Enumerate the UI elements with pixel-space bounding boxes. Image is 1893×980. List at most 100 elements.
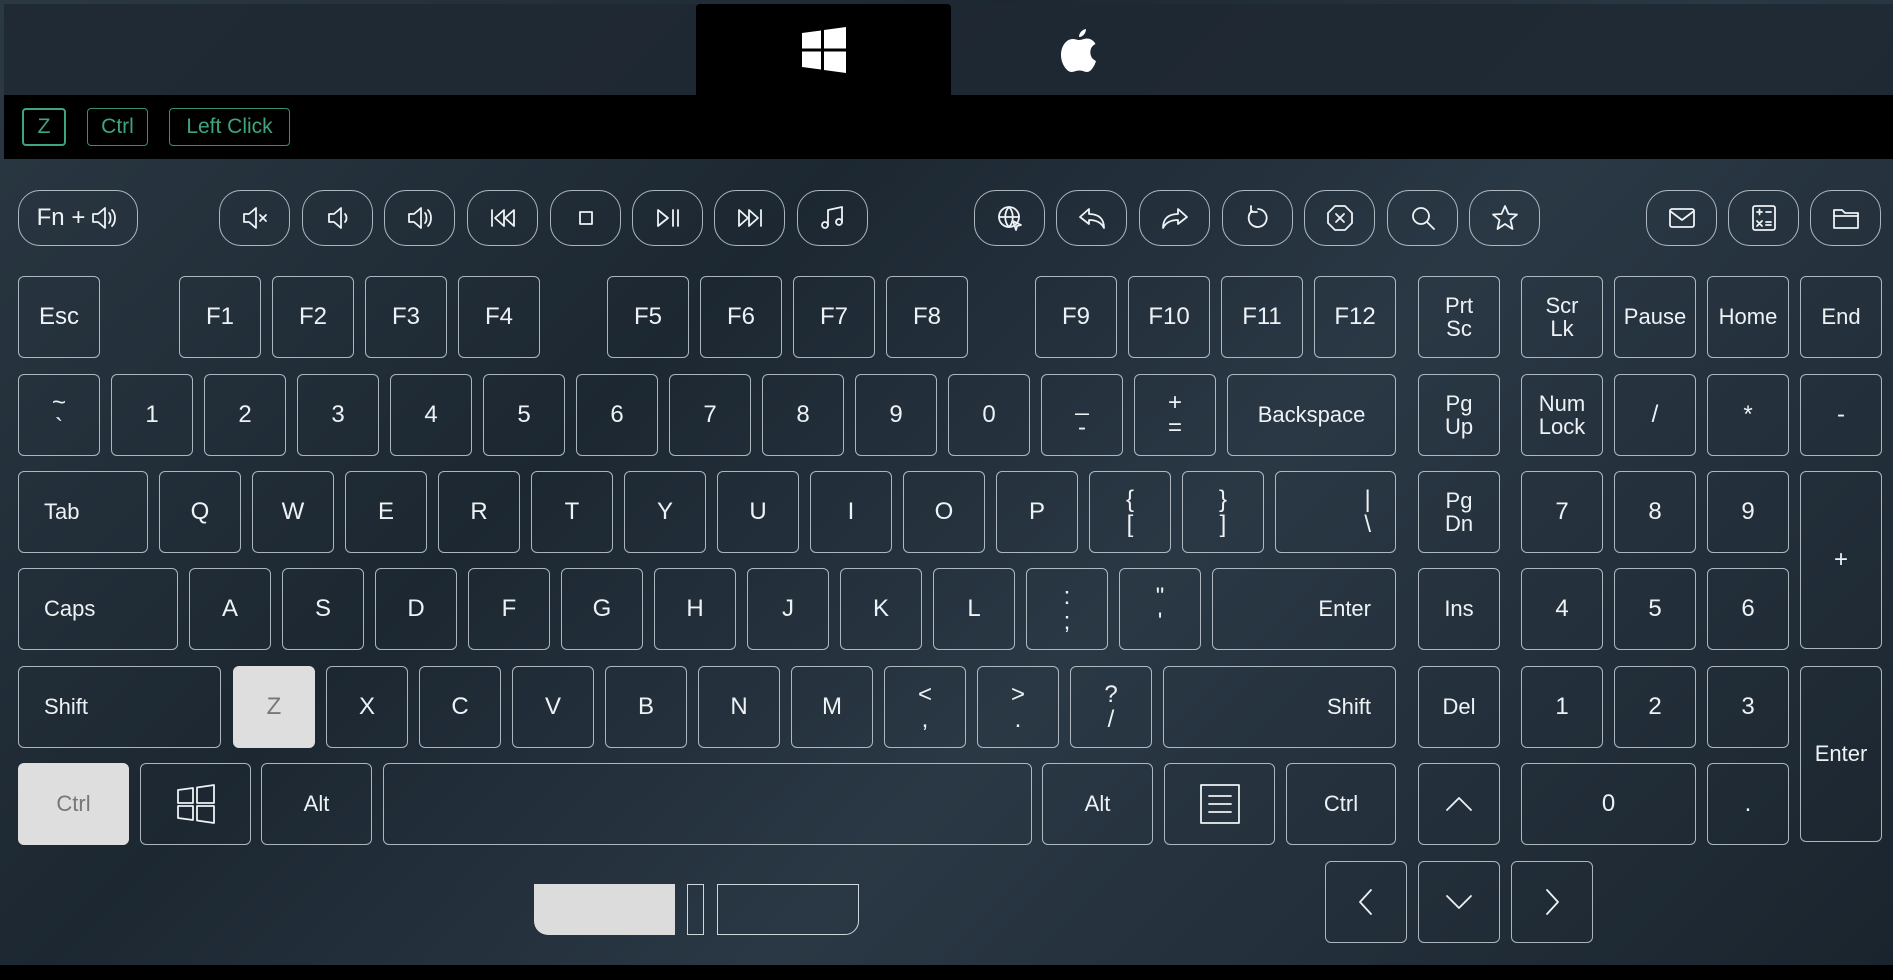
key-v[interactable]: V [512, 666, 594, 748]
key-y[interactable]: Y [624, 471, 706, 553]
favorites-button[interactable] [1469, 190, 1540, 246]
key-backslash[interactable]: | \ [1275, 471, 1396, 553]
key-right-shift[interactable]: Shift [1163, 666, 1396, 748]
key-space[interactable] [383, 763, 1032, 845]
key-right-ctrl[interactable]: Ctrl [1286, 763, 1396, 845]
key-tilde[interactable]: ~ ` [18, 374, 100, 456]
fn-volume-button[interactable]: Fn + [18, 190, 138, 246]
tab-mac[interactable] [952, 4, 1206, 95]
tab-windows[interactable] [696, 4, 951, 95]
key-x[interactable]: X [326, 666, 408, 748]
key-left-bracket[interactable]: {[ [1089, 471, 1171, 553]
forward-button[interactable] [1139, 190, 1210, 246]
key-f7[interactable]: F7 [793, 276, 875, 358]
refresh-button[interactable] [1222, 190, 1293, 246]
volume-up-button[interactable] [384, 190, 455, 246]
back-button[interactable] [1056, 190, 1127, 246]
key-k[interactable]: K [840, 568, 922, 650]
key-left-shift[interactable]: Shift [18, 666, 221, 748]
key-j[interactable]: J [747, 568, 829, 650]
key-numpad-add[interactable]: + [1800, 471, 1882, 649]
key-numpad-0[interactable]: 0 [1521, 763, 1696, 845]
key-f9[interactable]: F9 [1035, 276, 1117, 358]
key-f3[interactable]: F3 [365, 276, 447, 358]
files-button[interactable] [1810, 190, 1881, 246]
key-quote[interactable]: " ' [1119, 568, 1201, 650]
key-arrow-up[interactable] [1418, 763, 1500, 845]
stop-button[interactable] [550, 190, 621, 246]
key-d[interactable]: D [375, 568, 457, 650]
key-delete[interactable]: Del [1418, 666, 1500, 748]
key-page-up[interactable]: Pg Up [1418, 374, 1500, 456]
key-e[interactable]: E [345, 471, 427, 553]
key-f2[interactable]: F2 [272, 276, 354, 358]
key-f5[interactable]: F5 [607, 276, 689, 358]
key-9[interactable]: 9 [855, 374, 937, 456]
key-numpad-multiply[interactable]: * [1707, 374, 1789, 456]
key-7[interactable]: 7 [669, 374, 751, 456]
key-pause[interactable]: Pause [1614, 276, 1696, 358]
key-numpad-9[interactable]: 9 [1707, 471, 1789, 553]
key-m[interactable]: M [791, 666, 873, 748]
key-right-alt[interactable]: Alt [1042, 763, 1153, 845]
key-left-ctrl[interactable]: Ctrl [18, 763, 129, 845]
key-period[interactable]: >. [977, 666, 1059, 748]
key-minus[interactable]: _ - [1041, 374, 1123, 456]
key-right-bracket[interactable]: }] [1182, 471, 1264, 553]
key-end[interactable]: End [1800, 276, 1882, 358]
key-3[interactable]: 3 [297, 374, 379, 456]
key-tab[interactable]: Tab [18, 471, 148, 553]
key-num-lock[interactable]: Num Lock [1521, 374, 1603, 456]
key-w[interactable]: W [252, 471, 334, 553]
key-a[interactable]: A [189, 568, 271, 650]
key-f1[interactable]: F1 [179, 276, 261, 358]
key-left-alt[interactable]: Alt [261, 763, 372, 845]
key-arrow-left[interactable] [1325, 861, 1407, 943]
key-s[interactable]: S [282, 568, 364, 650]
mouse-right-button[interactable] [717, 884, 859, 935]
calculator-button[interactable] [1728, 190, 1799, 246]
key-c[interactable]: C [419, 666, 501, 748]
key-f[interactable]: F [468, 568, 550, 650]
key-n[interactable]: N [698, 666, 780, 748]
key-equals[interactable]: + = [1134, 374, 1216, 456]
key-page-down[interactable]: Pg Dn [1418, 471, 1500, 553]
key-numpad-7[interactable]: 7 [1521, 471, 1603, 553]
key-f12[interactable]: F12 [1314, 276, 1396, 358]
key-left-windows[interactable] [140, 763, 251, 845]
key-home[interactable]: Home [1707, 276, 1789, 358]
key-b[interactable]: B [605, 666, 687, 748]
key-5[interactable]: 5 [483, 374, 565, 456]
key-caps-lock[interactable]: Caps [18, 568, 178, 650]
key-f10[interactable]: F10 [1128, 276, 1210, 358]
key-slash[interactable]: ? / [1070, 666, 1152, 748]
key-numpad-subtract[interactable]: - [1800, 374, 1882, 456]
key-numpad-2[interactable]: 2 [1614, 666, 1696, 748]
key-q[interactable]: Q [159, 471, 241, 553]
key-numpad-divide[interactable]: / [1614, 374, 1696, 456]
mouse-scroll-wheel[interactable] [687, 884, 704, 935]
play-pause-button[interactable] [632, 190, 703, 246]
key-numpad-enter[interactable]: Enter [1800, 666, 1882, 842]
key-u[interactable]: U [717, 471, 799, 553]
key-t[interactable]: T [531, 471, 613, 553]
key-6[interactable]: 6 [576, 374, 658, 456]
key-f8[interactable]: F8 [886, 276, 968, 358]
mail-button[interactable] [1646, 190, 1717, 246]
key-p[interactable]: P [996, 471, 1078, 553]
key-f6[interactable]: F6 [700, 276, 782, 358]
next-track-button[interactable] [714, 190, 785, 246]
key-numpad-8[interactable]: 8 [1614, 471, 1696, 553]
key-i[interactable]: I [810, 471, 892, 553]
music-button[interactable] [797, 190, 868, 246]
key-numpad-1[interactable]: 1 [1521, 666, 1603, 748]
key-arrow-down[interactable] [1418, 861, 1500, 943]
key-0[interactable]: 0 [948, 374, 1030, 456]
key-comma[interactable]: <, [884, 666, 966, 748]
key-o[interactable]: O [903, 471, 985, 553]
key-f4[interactable]: F4 [458, 276, 540, 358]
key-8[interactable]: 8 [762, 374, 844, 456]
key-1[interactable]: 1 [111, 374, 193, 456]
key-numpad-4[interactable]: 4 [1521, 568, 1603, 650]
mouse-left-button[interactable] [534, 884, 675, 935]
